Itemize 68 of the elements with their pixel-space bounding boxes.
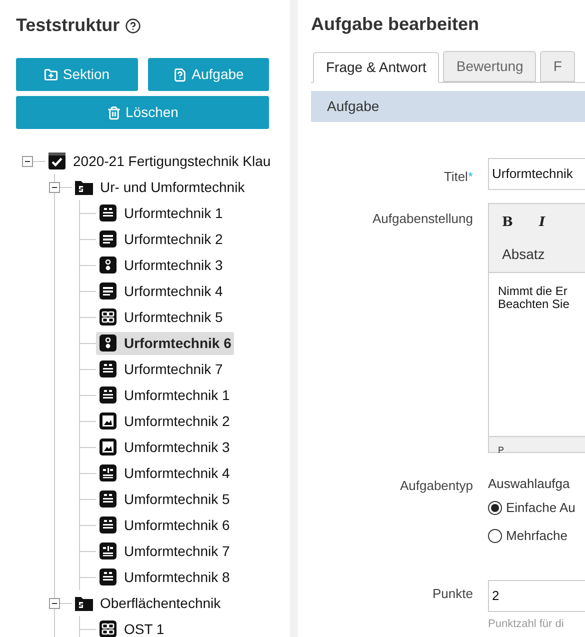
input-field[interactable]: Urformtechnik (488, 158, 585, 190)
checkbox-icon (48, 152, 66, 170)
radio-option[interactable]: Einfache Au (488, 494, 585, 522)
folder-plus-icon (44, 68, 58, 82)
tree-item[interactable]: Umformtechnik 5 (96, 488, 233, 510)
tree-item[interactable]: Umformtechnik 4 (96, 462, 233, 484)
question-type-icon (99, 516, 117, 534)
bold-button[interactable]: B (502, 213, 513, 232)
field-label: Punkte (432, 586, 473, 601)
question-type-icon (99, 542, 117, 560)
required-mark: * (468, 169, 473, 184)
rich-text-editor[interactable]: B I Absatz Nimmt die Er Beachten Sie P (488, 203, 585, 453)
tab[interactable]: Frage & Antwort (313, 52, 440, 83)
radio-button[interactable] (488, 529, 502, 543)
tree-item[interactable]: Urformtechnik 6 (96, 332, 234, 354)
page-title: Aufgabe bearbeiten (311, 13, 480, 36)
collapse-toggle[interactable] (22, 156, 33, 166)
section-header: Aufgabe (311, 91, 585, 122)
question-type-icon (99, 386, 117, 404)
question-type-icon (99, 204, 117, 222)
field-label: Titel (444, 169, 468, 184)
question-type-icon (99, 282, 117, 300)
trash-icon (106, 106, 121, 120)
tree-item[interactable]: Urformtechnik 4 (96, 280, 226, 302)
panel-title: Teststruktur (16, 14, 120, 37)
field-label: Aufgabentyp (400, 478, 473, 493)
folder-icon (75, 595, 93, 611)
tree-item[interactable]: Umformtechnik 2 (96, 410, 233, 432)
question-type-icon (99, 438, 117, 456)
tree-item[interactable]: Umformtechnik 6 (96, 514, 233, 536)
hint-text: Punktzahl für di (488, 617, 565, 632)
tree-item[interactable]: OST 1 (96, 618, 168, 637)
tab[interactable]: Bewertung (443, 51, 536, 82)
editor-text: Nimmt die Er Beachten Sie (497, 283, 570, 313)
question-type-icon (99, 412, 117, 430)
tree-item[interactable]: Urformtechnik 7 (96, 358, 226, 380)
tree-item[interactable]: Umformtechnik 3 (96, 436, 233, 458)
tree-item[interactable]: Umformtechnik 8 (96, 566, 233, 588)
field-label: Aufgabenstellung (372, 211, 473, 226)
input-field[interactable]: 2 (488, 580, 585, 612)
question-type-icon (99, 464, 117, 482)
folder-icon (75, 179, 93, 195)
tree-item[interactable]: Urformtechnik 2 (96, 228, 226, 250)
radio-option[interactable]: Mehrfache (488, 522, 585, 550)
question-type-icon (99, 360, 117, 378)
question-type-text: Auswahlaufga (488, 475, 571, 493)
question-type-icon (99, 490, 117, 508)
italic-button[interactable]: I (539, 213, 546, 232)
tab[interactable]: F (540, 51, 575, 82)
question-type-icon (99, 334, 117, 352)
tree-item[interactable]: Urformtechnik 5 (96, 306, 226, 328)
tree-item[interactable]: Ur- und Umformtechnik (72, 176, 248, 198)
help-icon[interactable] (124, 18, 141, 34)
tree-item[interactable]: 2020-21 Fertigungstechnik Klau (45, 150, 274, 172)
tree-item[interactable]: Urformtechnik 3 (96, 254, 226, 276)
tree-item[interactable]: Umformtechnik 1 (96, 384, 233, 406)
tree-item[interactable]: Oberflächentechnik (72, 592, 224, 614)
element-path: P (498, 445, 504, 455)
question-type-icon (99, 308, 117, 326)
question-file-icon (172, 68, 187, 82)
collapse-toggle[interactable] (49, 182, 60, 192)
question-type-icon (99, 256, 117, 274)
tree-item[interactable]: Umformtechnik 7 (96, 540, 233, 562)
question-type-icon (99, 230, 117, 248)
radio-button[interactable] (488, 501, 502, 515)
question-type-icon (99, 568, 117, 586)
collapse-toggle[interactable] (49, 598, 60, 608)
tree-item[interactable]: Urformtechnik 1 (96, 202, 226, 224)
